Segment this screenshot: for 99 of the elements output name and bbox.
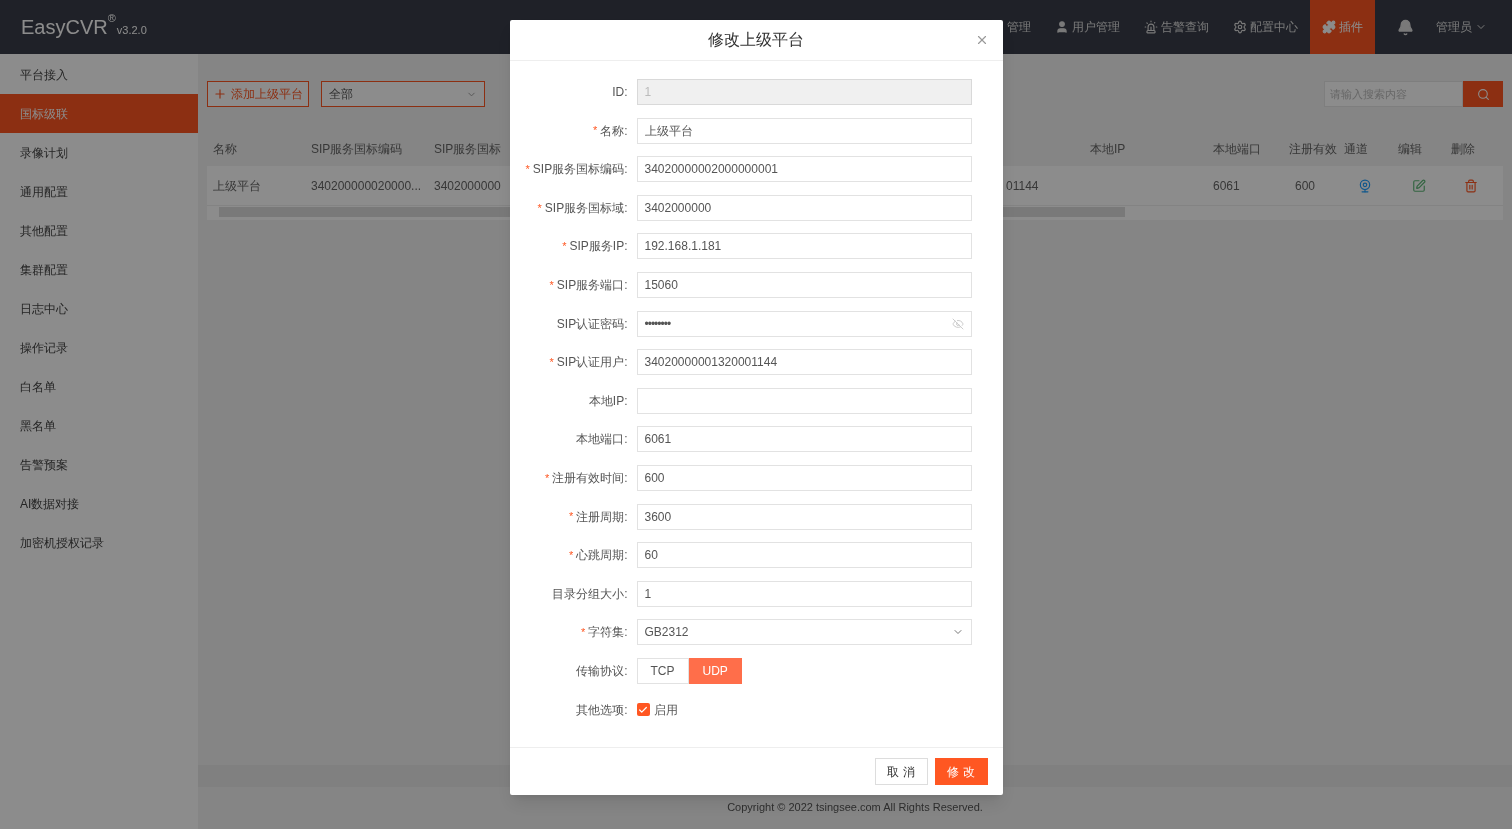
plus-icon xyxy=(213,87,227,101)
sidebar-item[interactable]: AI数据对接 xyxy=(0,484,198,523)
column-header: 删除 xyxy=(1451,142,1475,156)
registered-mark: ® xyxy=(107,11,116,24)
input-field[interactable]: 600 xyxy=(636,464,972,491)
version-label: v3.2.0 xyxy=(116,23,147,38)
filter-select[interactable]: 全部 xyxy=(321,81,485,107)
sidebar-item[interactable]: 国标级联 xyxy=(0,94,198,133)
required-asterisk: * xyxy=(544,470,550,486)
field-label: SIP服务IP: xyxy=(569,238,628,256)
required-asterisk: * xyxy=(525,161,530,177)
protocol-option[interactable]: TCP xyxy=(636,657,689,684)
protocol-option[interactable]: UDP xyxy=(688,657,742,684)
field-label: 注册周期: xyxy=(576,508,628,526)
sidebar-item[interactable]: 告警预案 xyxy=(0,445,198,484)
field-label: 本地端口: xyxy=(576,431,628,449)
bell-icon[interactable] xyxy=(1397,18,1414,36)
table-cell: 3402000000 xyxy=(434,178,501,193)
search-icon xyxy=(1476,87,1490,101)
confirm-button[interactable]: 修 改 xyxy=(934,758,988,785)
input-field[interactable]: 上级平台 xyxy=(636,117,972,144)
input-field[interactable]: 192.168.1.181 xyxy=(636,233,972,260)
input-field[interactable]: 15060 xyxy=(636,271,972,298)
field-label: SIP认证密码: xyxy=(556,315,628,333)
input-field[interactable] xyxy=(636,387,972,414)
copyright-text: Copyright © 2022 tsingsee.com All Rights Reserved. xyxy=(727,800,983,815)
input-field[interactable]: 6061 xyxy=(636,426,972,453)
sidebar-item[interactable]: 平台接入 xyxy=(0,55,198,94)
column-header: 本地IP xyxy=(1090,142,1126,156)
nav-tab[interactable]: 告警查询 xyxy=(1132,0,1221,54)
field-label: 字符集: xyxy=(588,624,628,642)
password-field[interactable]: •••••••• xyxy=(636,310,972,337)
checkbox-label: 启用 xyxy=(653,701,678,719)
input-field[interactable]: 34020000001320001144 xyxy=(636,349,972,376)
table-cell: 600 xyxy=(1295,178,1316,193)
field-label: SIP服务国标编码: xyxy=(532,161,628,179)
search-button[interactable] xyxy=(1463,81,1503,107)
field-label: 注册有效时间: xyxy=(552,469,628,487)
column-header: SIP服务国标编码 xyxy=(311,142,403,156)
column-header: SIP服务国标 xyxy=(434,142,502,156)
required-asterisk: * xyxy=(549,354,554,370)
required-asterisk: * xyxy=(549,277,554,293)
app-logo: EasyCVR xyxy=(21,16,108,40)
cancel-button[interactable]: 取 消 xyxy=(874,758,928,785)
sidebar-item[interactable]: 其他配置 xyxy=(0,211,198,250)
user-icon xyxy=(1055,20,1069,34)
nav-tab[interactable]: 配置中心 xyxy=(1221,0,1310,54)
eye-off-icon[interactable] xyxy=(951,317,964,330)
required-asterisk: * xyxy=(580,625,586,641)
sidebar-item[interactable]: 黑名单 xyxy=(0,406,198,445)
input-field[interactable]: 3402000000 xyxy=(636,194,972,221)
input-field[interactable]: 60 xyxy=(636,542,972,569)
required-asterisk: * xyxy=(562,239,567,255)
required-asterisk: * xyxy=(568,547,574,563)
sidebar-item[interactable]: 录像计划 xyxy=(0,133,198,172)
field-label: 其他选项: xyxy=(576,701,628,719)
checkbox[interactable] xyxy=(636,703,650,716)
field-label: 本地IP: xyxy=(588,392,628,410)
field-label: SIP服务国标域: xyxy=(544,199,628,217)
add-button[interactable]: 添加上级平台 xyxy=(207,81,309,107)
user-menu[interactable]: 管理员 xyxy=(1436,18,1487,36)
table-cell: 340200000020000... xyxy=(311,178,422,193)
table-cell: 上级平台 xyxy=(213,178,261,193)
required-asterisk: * xyxy=(592,123,598,139)
field-label: ID: xyxy=(612,84,628,101)
input-field[interactable]: 1 xyxy=(636,580,972,607)
column-header: 编辑 xyxy=(1398,142,1422,156)
sidebar-item[interactable]: 操作记录 xyxy=(0,328,198,367)
input-field[interactable]: 3600 xyxy=(636,503,972,530)
required-asterisk: * xyxy=(537,200,542,216)
siren-icon xyxy=(1144,20,1158,34)
column-header: 名称 xyxy=(213,142,237,156)
trash-icon[interactable] xyxy=(1464,178,1478,193)
select-field[interactable]: GB2312 xyxy=(636,619,972,646)
input-field[interactable]: 34020000002000000001 xyxy=(636,156,972,183)
sidebar-item[interactable]: 通用配置 xyxy=(0,172,198,211)
column-header: 通道 xyxy=(1344,142,1368,156)
sidebar-item[interactable]: 日志中心 xyxy=(0,289,198,328)
sidebar-item[interactable]: 集群配置 xyxy=(0,250,198,289)
field-label: 传输协议: xyxy=(576,662,628,680)
nav-tab[interactable]: 插件 xyxy=(1310,0,1375,54)
column-header: 注册有效 xyxy=(1289,142,1337,156)
table-cell: 6061 xyxy=(1213,178,1240,193)
field-label: 目录分组大小: xyxy=(552,585,628,603)
field-label: SIP服务端口: xyxy=(556,276,628,294)
sidebar-item[interactable]: 加密机授权记录 xyxy=(0,523,198,562)
sidebar-item[interactable]: 白名单 xyxy=(0,367,198,406)
field-label: 心跳周期: xyxy=(576,547,628,565)
settings-icon xyxy=(1233,20,1247,34)
field-label: 名称: xyxy=(600,122,628,140)
nav-tab[interactable]: 用户管理 xyxy=(1043,0,1132,54)
table-cell: 01144 xyxy=(1006,178,1039,193)
field-label: SIP认证用户: xyxy=(556,354,628,372)
edit-icon[interactable] xyxy=(1411,178,1426,193)
dialog-title: 修改上级平台 xyxy=(708,30,804,50)
required-asterisk: * xyxy=(568,509,574,525)
column-header: 本地端口 xyxy=(1213,142,1261,156)
puzzle-icon xyxy=(1322,20,1336,34)
webcam-icon[interactable] xyxy=(1358,178,1372,193)
